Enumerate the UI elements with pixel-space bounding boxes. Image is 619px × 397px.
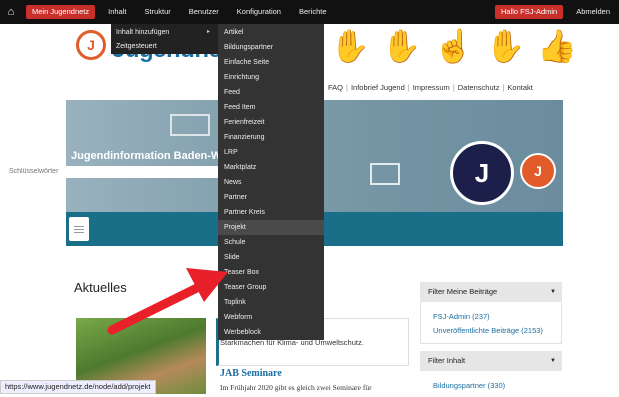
menu-item-feed-item[interactable]: Feed Item (218, 100, 324, 115)
filter-box (420, 302, 562, 344)
house-icon (170, 114, 210, 136)
menu-item-teaser-group[interactable]: Teaser Group (218, 280, 324, 295)
menu-item-werbeblock[interactable]: Werbeblock (218, 325, 324, 340)
filter-meine-beitraege-header[interactable]: Filter Meine Beiträge ▼ (420, 282, 562, 302)
submenu-arrow-icon: ▸ (207, 29, 211, 35)
section-heading: Aktuelles (74, 280, 127, 295)
toolbar-inhalt[interactable]: Inhalt (99, 0, 135, 24)
link-separator: | (346, 83, 348, 92)
menu-item-schule[interactable]: Schule (218, 235, 324, 250)
toolbar-mein-jugendnetz[interactable]: Mein Jugendnetz (26, 5, 96, 19)
hand-icon: ✋ (381, 28, 422, 64)
menu-item-finanzierung[interactable]: Finanzierung (218, 130, 324, 145)
menu-item-projekt[interactable]: Projekt (218, 220, 324, 235)
menu-item-partner-kreis[interactable]: Partner Kreis (218, 205, 324, 220)
hand-icon: ☝ (433, 28, 474, 64)
menu-item-news[interactable]: News (218, 175, 324, 190)
hand-icon: ✋ (330, 28, 370, 64)
toolbar-benutzer[interactable]: Benutzer (180, 0, 228, 24)
toolbar-struktur[interactable]: Struktur (135, 0, 179, 24)
jugendnetz-badge: J (450, 141, 514, 205)
toolbar-berichte[interactable]: Berichte (290, 0, 336, 24)
link-separator: | (452, 83, 455, 92)
news-teaser: Im Frühjahr 2020 gibt es gleich zwei Sem… (220, 383, 372, 392)
menu-item-marktplatz[interactable]: Marktplatz (218, 160, 324, 175)
filter-link[interactable]: FSJ-Admin (237) (433, 312, 490, 321)
link-faq[interactable]: FAQ (328, 83, 343, 92)
admin-toolbar: ⌂ Mein Jugendnetz Inhalt Struktur Benutz… (0, 0, 619, 24)
menu-item-toplink[interactable]: Toplink (218, 295, 324, 310)
toolbar-abmelden[interactable]: Abmelden (567, 0, 619, 24)
menu-item-einrichtung[interactable]: Einrichtung (218, 70, 324, 85)
hand-icon: ✋ (485, 28, 526, 64)
caret-down-icon[interactable]: ▼ (550, 351, 556, 371)
filter-link[interactable]: Unveröffentlichte Beiträge (2153) (433, 326, 543, 335)
link-infobrief[interactable]: Infobrief Jugend (351, 83, 405, 92)
link-separator: | (502, 83, 505, 92)
caret-down-icon[interactable]: ▼ (550, 282, 556, 302)
menu-item-webform[interactable]: Webform (218, 310, 324, 325)
top-links: FAQ | Infobrief Jugend | Impressum | Datens… (328, 83, 533, 92)
menu-item-ferienfreizeit[interactable]: Ferienfreizeit (218, 115, 324, 130)
filter-link[interactable]: Bildungspartner (330) (433, 381, 505, 390)
store-icon (370, 163, 400, 185)
menu-item-teaser-box[interactable]: Teaser Box (218, 265, 324, 280)
menu-item-lrp[interactable]: LRP (218, 145, 324, 160)
header-hands: ✋ ✋ ☝ ✋ 👍 (330, 28, 577, 64)
menu-item-bildungspartner[interactable]: Bildungspartner (218, 40, 324, 55)
home-icon[interactable]: ⌂ (0, 0, 22, 24)
link-impressum[interactable]: Impressum (413, 83, 450, 92)
toolbar-konfiguration[interactable]: Konfiguration (228, 0, 290, 24)
status-bar-url: https://www.jugendnetz.de/node/add/proje… (0, 380, 156, 394)
filter-title: Filter Meine Beiträge (428, 287, 498, 296)
site-logo[interactable]: J (76, 30, 106, 60)
menu-item-einfache-seite[interactable]: Einfache Seite (218, 55, 324, 70)
hand-icon: 👍 (537, 28, 578, 64)
menu-item-artikel[interactable]: Artikel (218, 25, 324, 40)
menu-item-feed[interactable]: Feed (218, 85, 324, 100)
filter-title: Filter Inhalt (428, 356, 466, 365)
menu-item-inhalt-hinzufuegen[interactable]: Inhalt hinzufügen (116, 29, 169, 36)
link-kontakt[interactable]: Kontakt (507, 83, 532, 92)
filter-inhalt-header[interactable]: Filter Inhalt ▼ (420, 351, 562, 371)
menu-item-slide[interactable]: Slide (218, 250, 324, 265)
menu-toggle-button[interactable] (69, 217, 89, 241)
news-title[interactable]: JAB Seminare (220, 368, 282, 379)
toolbar-hallo-user[interactable]: Hallo FSJ-Admin (494, 5, 564, 19)
menu-item-zeitgesteuert[interactable]: Zeitgesteuert (116, 43, 157, 50)
jugendnetz-badge-small: J (520, 153, 556, 189)
hamburger-icon-line (74, 231, 84, 233)
hamburger-icon-line (74, 225, 84, 227)
link-separator: | (407, 83, 410, 92)
link-datenschutz[interactable]: Datenschutz (458, 83, 500, 92)
menu-item-partner[interactable]: Partner (218, 190, 324, 205)
hamburger-icon-line (74, 228, 84, 230)
